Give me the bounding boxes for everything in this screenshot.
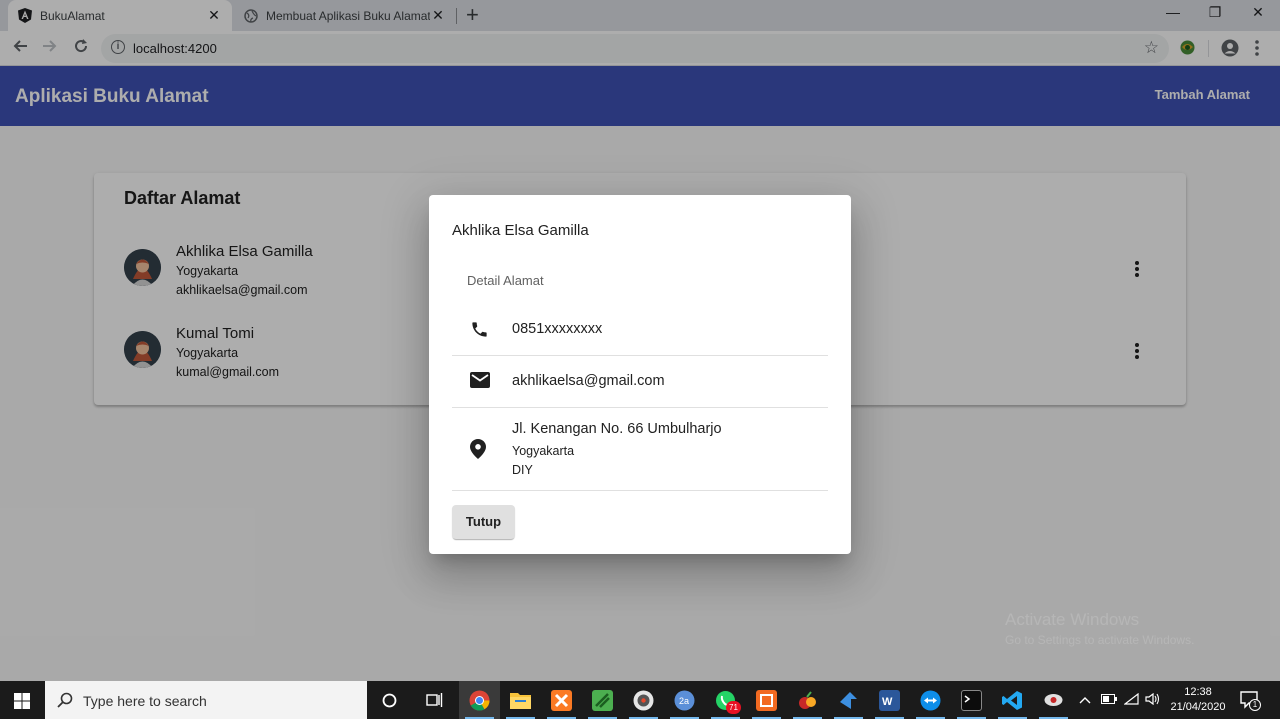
address-row: Jl. Kenangan No. 66 Umbulharjo Yogyakart…: [452, 408, 828, 491]
dialog-subheader: Detail Alamat: [467, 273, 544, 288]
notification-center-icon[interactable]: 1: [1240, 690, 1261, 715]
close-dialog-button[interactable]: Tutup: [452, 505, 515, 539]
svg-text:2a: 2a: [679, 696, 689, 706]
taskbar-vscode[interactable]: [992, 681, 1033, 719]
phone-icon: [472, 322, 487, 337]
taskbar-search-box[interactable]: Type here to search: [45, 681, 367, 719]
terminal-icon: [961, 690, 982, 711]
address-city: Yogyakarta: [512, 444, 575, 458]
show-hidden-icons[interactable]: [1079, 693, 1091, 707]
cortana-icon: [382, 693, 397, 708]
taskbar-app-misc[interactable]: [1033, 681, 1074, 719]
taskbar-media[interactable]: [623, 681, 664, 719]
taskbar-presentation[interactable]: [746, 681, 787, 719]
address-province: DIY: [512, 463, 533, 477]
activate-windows-subtitle: Go to Settings to activate Windows.: [1005, 633, 1195, 647]
address-street: Jl. Kenangan No. 66 Umbulharjo: [512, 421, 722, 437]
search-icon: [57, 692, 73, 708]
svg-text:W: W: [882, 696, 893, 708]
dialog-title: Akhlika Elsa Gamilla: [452, 222, 589, 239]
activate-windows-title: Activate Windows: [1005, 610, 1140, 629]
notification-badge: 1: [1249, 699, 1261, 711]
folder-icon: [510, 693, 531, 709]
mail-icon: [470, 372, 490, 388]
teamviewer-icon: [920, 690, 941, 711]
battery-icon[interactable]: [1101, 693, 1117, 707]
taskbar-chrome[interactable]: [459, 681, 500, 719]
fruit-app-icon: [799, 691, 816, 709]
taskbar-terminal[interactable]: [951, 681, 992, 719]
windows-logo-icon: [14, 693, 30, 709]
location-pin-icon: [470, 439, 486, 459]
presentation-icon: [756, 690, 777, 711]
taskbar-xampp[interactable]: [541, 681, 582, 719]
contact-detail-dialog: Akhlika Elsa Gamilla Detail Alamat 0851x…: [429, 195, 851, 554]
taskbar-teamviewer[interactable]: [910, 681, 951, 719]
windows-taskbar: Type here to search 2a 71 W 12:38 21/04/…: [0, 681, 1280, 719]
taskbar-sublime[interactable]: [582, 681, 623, 719]
volume-icon[interactable]: [1145, 692, 1160, 708]
task-view-button[interactable]: [414, 681, 455, 719]
taskbar-app-fruit[interactable]: [787, 681, 828, 719]
taskbar-app-arrow[interactable]: [828, 681, 869, 719]
taskbar-whatsapp[interactable]: 71: [705, 681, 746, 719]
chrome-icon: [469, 690, 490, 711]
xampp-icon: [551, 690, 572, 711]
phone-number: 0851xxxxxxxx: [512, 321, 603, 337]
wifi-icon[interactable]: [1123, 692, 1139, 708]
email-address: akhlikaelsa@gmail.com: [512, 373, 665, 389]
taskbar-word[interactable]: W: [869, 681, 910, 719]
search-placeholder: Type here to search: [83, 693, 207, 709]
word-icon: W: [879, 690, 900, 711]
clock-time: 12:38: [1184, 686, 1212, 698]
phone-row: 0851xxxxxxxx: [452, 303, 828, 356]
taskbar-zoom-text[interactable]: 2a: [664, 681, 705, 719]
taskbar-clock[interactable]: 12:38 21/04/2020: [1168, 685, 1228, 715]
task-view-icon: [426, 693, 443, 707]
app-green-icon: [592, 690, 613, 711]
blue-arrow-icon: [840, 692, 857, 709]
clock-date: 21/04/2020: [1170, 701, 1226, 713]
start-button[interactable]: [0, 681, 45, 719]
vscode-icon: [1002, 691, 1022, 710]
whatsapp-badge: 71: [726, 701, 741, 714]
zoom-text-icon: 2a: [674, 690, 695, 711]
email-row: akhlikaelsa@gmail.com: [452, 356, 828, 408]
taskbar-file-explorer[interactable]: [500, 681, 541, 719]
misc-app-icon: [1044, 694, 1063, 706]
disc-icon: [633, 690, 654, 711]
cortana-button[interactable]: [369, 681, 410, 719]
